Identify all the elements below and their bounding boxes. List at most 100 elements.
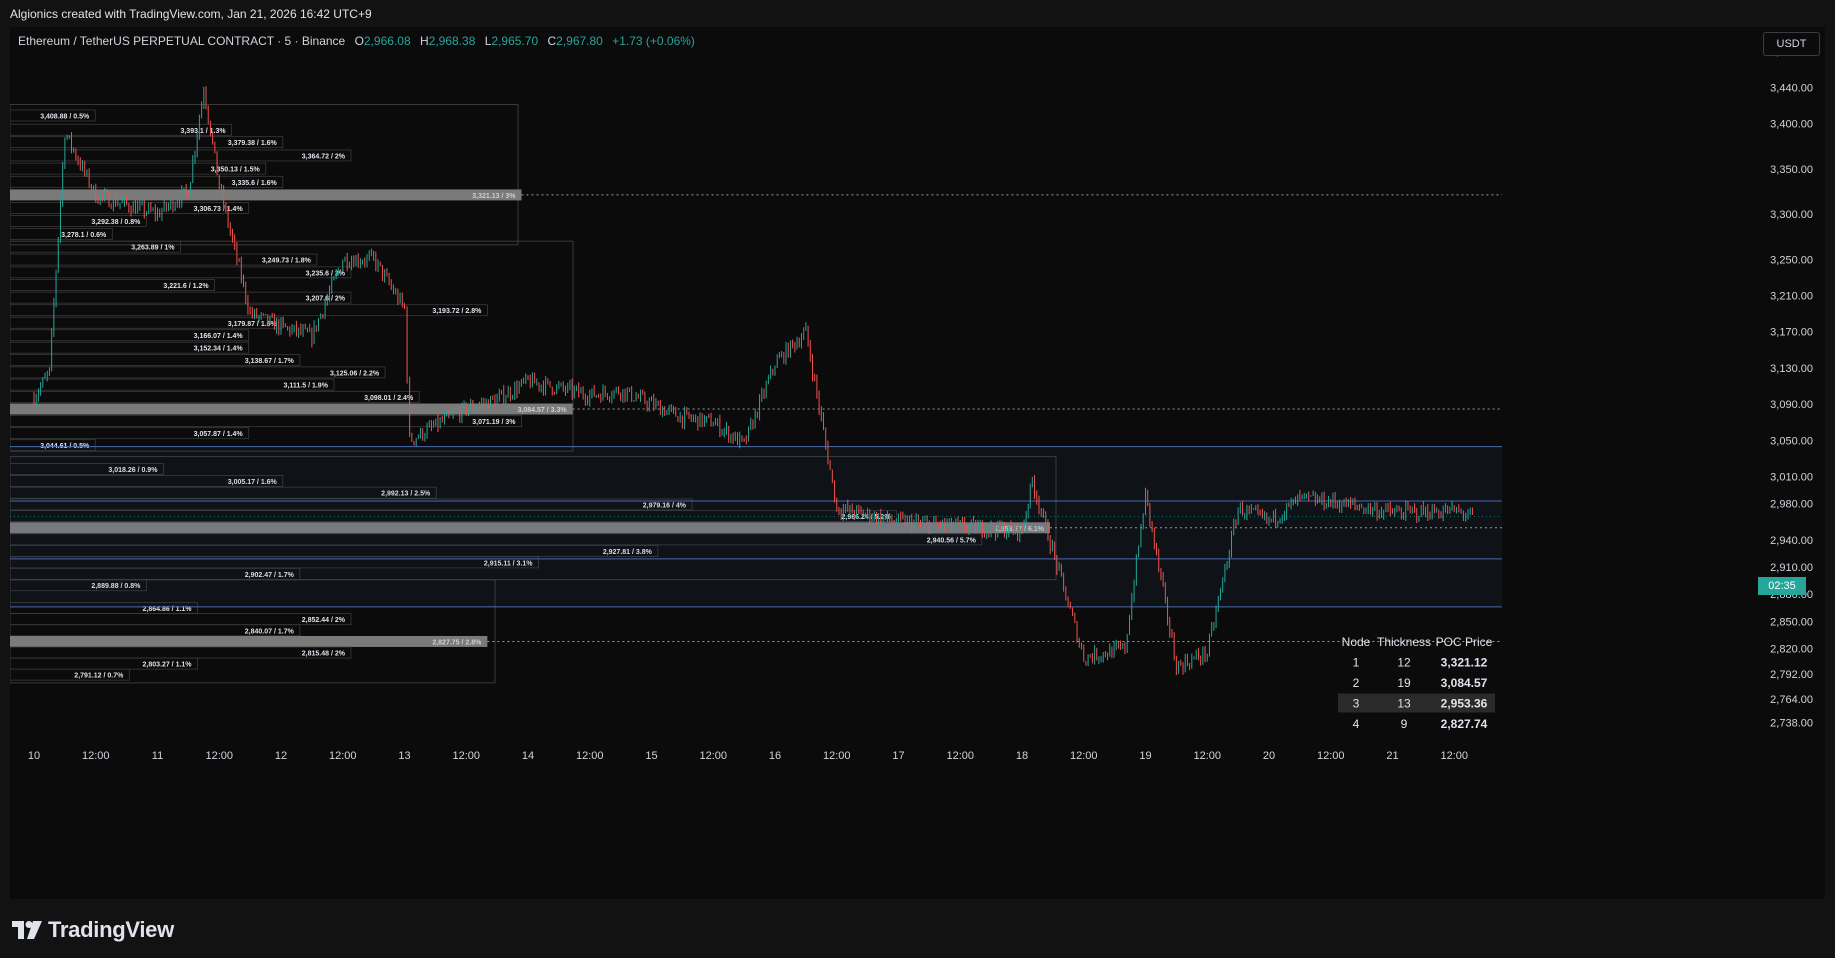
currency-unit-button[interactable]: USDT bbox=[1763, 32, 1820, 56]
node-summary-table: Node Thickness POC Price 1 12 3,321.12 2 19 3,08… bbox=[1338, 635, 1495, 731]
profile-level-label: 3,152.34 / 1.4% bbox=[194, 346, 244, 353]
price-axis-label: 2,792.00 bbox=[1770, 669, 1813, 681]
time-axis-label: 15 bbox=[645, 750, 657, 762]
chart-caption: Algionics created with TradingView.com, … bbox=[10, 7, 372, 21]
symbol-legend[interactable]: Ethereum / TetherUS PERPETUAL CONTRACT ·… bbox=[18, 34, 695, 48]
poc-level-bar bbox=[10, 189, 522, 201]
profile-level-bar bbox=[10, 149, 352, 162]
tradingview-logo-icon bbox=[12, 921, 42, 939]
time-axis-label: 12:00 bbox=[699, 750, 727, 762]
profile-block bbox=[10, 104, 519, 246]
table-header: Thickness bbox=[1377, 635, 1431, 649]
price-axis-label: 3,440.00 bbox=[1770, 82, 1813, 94]
profile-level-bar bbox=[10, 266, 352, 279]
price-axis[interactable]: 3,480.003,440.003,400.003,350.003,300.00… bbox=[1502, 27, 1825, 899]
time-axis[interactable]: 10 12:00 11 12:00 12 12:00 13 12:00 14 12:00 15 12:… bbox=[28, 750, 1468, 762]
high-value: 2,968.38 bbox=[428, 34, 476, 48]
time-axis-label: 12:00 bbox=[946, 750, 974, 762]
time-axis-label: 20 bbox=[1263, 750, 1275, 762]
profile-level-bar bbox=[10, 390, 420, 403]
time-axis-label: 21 bbox=[1386, 750, 1398, 762]
time-axis-label: 12:00 bbox=[329, 750, 357, 762]
profile-level-label: 2,840.07 / 1.7% bbox=[245, 628, 295, 635]
price-axis-label: 3,250.00 bbox=[1770, 254, 1813, 266]
profile-level-label: 3,306.73 / 1.4% bbox=[194, 206, 244, 213]
table-cell: 3 bbox=[1353, 697, 1360, 711]
profile-level-bar bbox=[10, 366, 386, 379]
price-axis-label: 3,050.00 bbox=[1770, 435, 1813, 447]
time-axis-label: 12:00 bbox=[823, 750, 851, 762]
profile-level-bar bbox=[10, 613, 352, 626]
high-label: H bbox=[419, 34, 429, 48]
table-cell: 4 bbox=[1353, 717, 1360, 731]
profile-level-label: 3,111.5 / 1.9% bbox=[284, 383, 329, 390]
symbol-info[interactable]: Ethereum / TetherUS PERPETUAL CONTRACT ·… bbox=[18, 34, 345, 48]
open-value: 2,966.08 bbox=[363, 34, 411, 48]
profile-level-label: 3,364.72 / 2% bbox=[302, 153, 346, 160]
profile-level-label: 2,791.12 / 0.7% bbox=[74, 673, 124, 680]
table-cell: 2,827.74 bbox=[1441, 717, 1488, 731]
profile-level-label: 3,393.1 / 1.3% bbox=[180, 128, 226, 135]
table-cell: 2,953.36 bbox=[1441, 697, 1488, 711]
profile-level-label: 3,321.13 / 3% bbox=[472, 193, 516, 200]
table-cell: 9 bbox=[1401, 717, 1408, 731]
time-axis-label: 12 bbox=[275, 750, 287, 762]
table-cell: 2 bbox=[1353, 676, 1360, 690]
price-axis-label: 3,010.00 bbox=[1770, 472, 1813, 484]
price-axis-label: 2,738.00 bbox=[1770, 718, 1813, 730]
profile-level-label: 3,125.06 / 2.2% bbox=[330, 370, 380, 377]
profile-level-label: 3,221.6 / 1.2% bbox=[163, 283, 209, 290]
price-axis-label: 2,980.00 bbox=[1770, 499, 1813, 511]
price-axis-label: 2,850.00 bbox=[1770, 616, 1813, 628]
price-axis-label: 3,130.00 bbox=[1770, 363, 1813, 375]
poc-level-bar bbox=[10, 635, 488, 647]
table-cell: 13 bbox=[1397, 697, 1411, 711]
price-axis-label: 3,090.00 bbox=[1770, 399, 1813, 411]
profile-level-label: 2,803.27 / 1.1% bbox=[142, 662, 192, 669]
price-chart[interactable]: 3,408.88 / 0.5% 3,393.1 / 1.3%3,379.38 / … bbox=[10, 27, 1825, 899]
close-value: 2,967.80 bbox=[556, 34, 603, 48]
table-cell: 19 bbox=[1397, 676, 1411, 690]
chart-area[interactable]: 3,408.88 / 0.5% 3,393.1 / 1.3% 3,379.38 / … bbox=[10, 27, 1825, 899]
price-axis-label: 2,910.00 bbox=[1770, 562, 1813, 574]
profile-level-label: 3,278.1 / 0.6% bbox=[61, 232, 107, 239]
time-axis-label: 12:00 bbox=[452, 750, 480, 762]
top-bar: Algionics created with TradingView.com, … bbox=[0, 0, 1835, 26]
time-axis-label: 13 bbox=[398, 750, 410, 762]
time-axis-label: 12:00 bbox=[205, 750, 233, 762]
price-axis-label: 2,764.00 bbox=[1770, 694, 1813, 706]
profile-level-label: 3,193.72 / 2.8% bbox=[432, 308, 482, 315]
time-axis-label: 10 bbox=[28, 750, 40, 762]
time-axis-label: 12:00 bbox=[1193, 750, 1221, 762]
profile-level-label: 3,408.88 / 0.5% bbox=[40, 113, 90, 120]
profile-level-label: 2,815.48 / 2% bbox=[302, 651, 346, 658]
profile-level-label: 3,292.38 / 0.8% bbox=[91, 219, 141, 226]
tradingview-logo[interactable]: TradingView bbox=[12, 917, 174, 942]
time-axis-label: 12:00 bbox=[82, 750, 110, 762]
table-cell: 3,321.12 bbox=[1441, 656, 1488, 670]
profile-level-label: 3,350.13 / 1.5% bbox=[211, 167, 261, 174]
open-label: O bbox=[354, 34, 364, 48]
profile-level-bar bbox=[10, 291, 352, 304]
time-axis-label: 19 bbox=[1139, 750, 1151, 762]
price-axis-label: 3,400.00 bbox=[1770, 119, 1813, 131]
profile-level-label: 3,235.6 / 2% bbox=[306, 270, 346, 277]
close-label: C bbox=[547, 34, 557, 48]
profile-level-bar bbox=[10, 304, 488, 317]
profile-level-label: 3,071.19 / 3% bbox=[472, 419, 516, 426]
profile-level-label: 3,057.87 / 1.4% bbox=[194, 431, 244, 438]
change-value: +1.73 (+0.06%) bbox=[612, 34, 695, 48]
profile-level-bar bbox=[10, 646, 352, 659]
price-axis-label: 2,940.00 bbox=[1770, 535, 1813, 547]
profile-level-label: 3,249.73 / 1.8% bbox=[262, 258, 312, 265]
low-value: 2,965.70 bbox=[491, 34, 539, 48]
time-axis-label: 14 bbox=[522, 750, 534, 762]
price-axis-label: 3,210.00 bbox=[1770, 290, 1813, 302]
profile-level-label: 3,207.6 / 2% bbox=[306, 296, 346, 303]
time-axis-label: 17 bbox=[892, 750, 904, 762]
brand-name: TradingView bbox=[48, 917, 174, 942]
time-axis-label: 18 bbox=[1016, 750, 1028, 762]
time-axis-label: 16 bbox=[769, 750, 781, 762]
price-axis-label: 3,350.00 bbox=[1770, 164, 1813, 176]
table-header: Node bbox=[1342, 635, 1371, 649]
